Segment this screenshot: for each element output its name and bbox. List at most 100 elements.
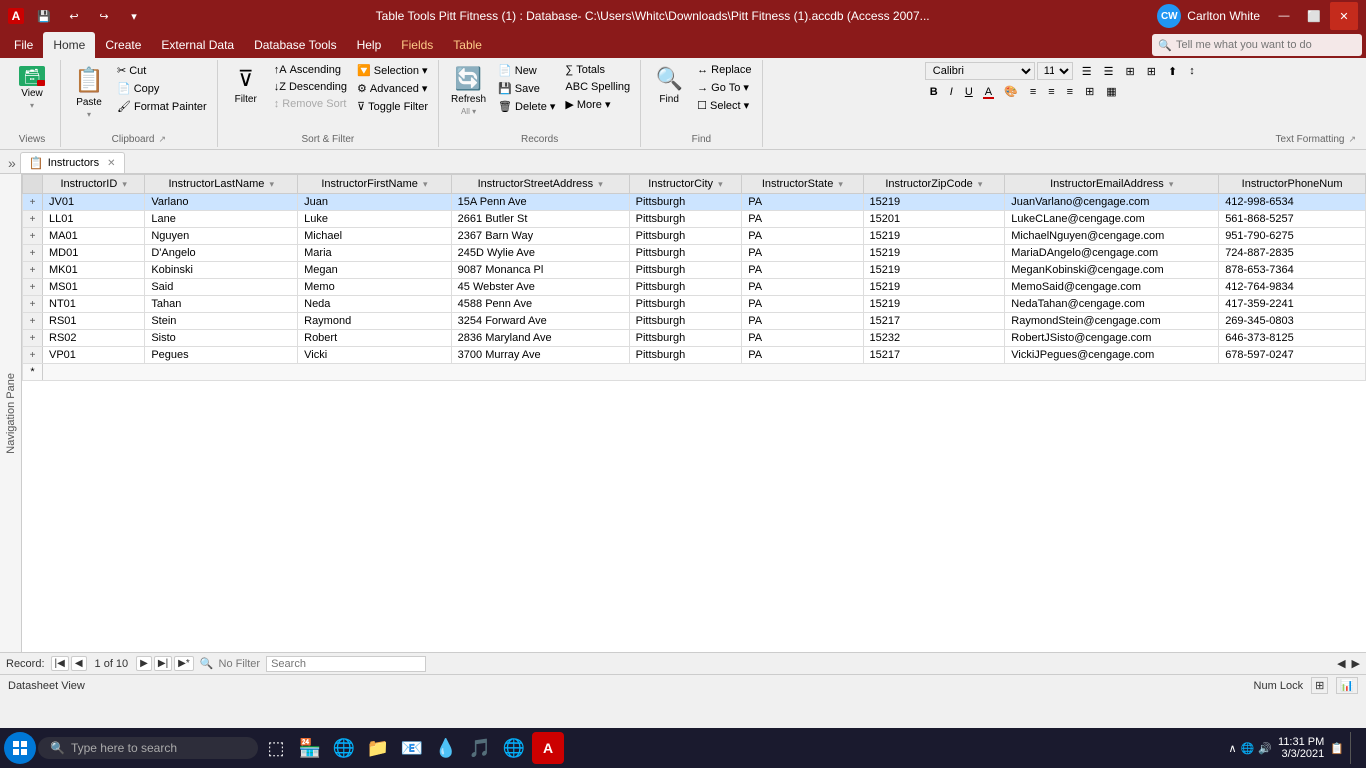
cell-lastname[interactable]: Stein (145, 313, 298, 330)
more-btn[interactable]: ▶ More ▾ (561, 96, 634, 113)
cell-state[interactable]: PA (742, 279, 863, 296)
bold-btn[interactable]: B (925, 84, 943, 100)
taskbar-music[interactable]: 🎵 (464, 732, 496, 764)
menu-file[interactable]: File (4, 32, 43, 58)
cell-phone[interactable]: 412-998-6534 (1219, 194, 1366, 211)
table-area[interactable]: InstructorID ▾ InstructorLastName ▾ Inst… (22, 174, 1366, 652)
italic-btn[interactable]: I (945, 84, 958, 100)
cell-zip[interactable]: 15219 (863, 262, 1005, 279)
cell-email[interactable]: LukeCLane@cengage.com (1005, 211, 1219, 228)
taskbar-mail[interactable]: 📧 (396, 732, 428, 764)
delete-btn[interactable]: 🗑 Delete ▾ (494, 98, 559, 115)
cell-phone[interactable]: 561-868-5257 (1219, 211, 1366, 228)
taskbar-explorer[interactable]: 📁 (362, 732, 394, 764)
table-row[interactable]: + NT01 Tahan Neda 4588 Penn Ave Pittsbur… (23, 296, 1366, 313)
instructors-tab[interactable]: 📋 Instructors ✕ (20, 152, 125, 173)
copy-btn[interactable]: 📄 Copy (113, 80, 211, 97)
cell-state[interactable]: PA (742, 296, 863, 313)
font-name-select[interactable]: Calibri (925, 62, 1035, 80)
cell-city[interactable]: Pittsburgh (629, 330, 742, 347)
cell-street[interactable]: 3700 Murray Ave (451, 347, 629, 364)
new-record-row[interactable]: * (23, 364, 1366, 381)
cell-street[interactable]: 245D Wylie Ave (451, 245, 629, 262)
view-dropdown-arrow[interactable]: ▾ (30, 101, 34, 110)
col-city[interactable]: InstructorCity ▾ (629, 175, 742, 194)
align-center-btn[interactable]: ≡ (1043, 84, 1059, 100)
format-painter-btn[interactable]: 🖌 Format Painter (113, 98, 211, 115)
new-record-nav-btn[interactable]: ▶* (174, 656, 194, 671)
show-desktop-btn[interactable] (1350, 732, 1354, 764)
cell-zip[interactable]: 15217 (863, 313, 1005, 330)
cell-email[interactable]: MariaDAngelo@cengage.com (1005, 245, 1219, 262)
menu-home[interactable]: Home (43, 32, 95, 58)
totals-btn[interactable]: ∑ Totals (561, 62, 634, 78)
time-display[interactable]: 11:31 PM 3/3/2021 (1278, 736, 1324, 760)
cell-state[interactable]: PA (742, 330, 863, 347)
cell-city[interactable]: Pittsburgh (629, 228, 742, 245)
cell-lastname[interactable]: Tahan (145, 296, 298, 313)
refresh-arrow[interactable]: All ▾ (461, 107, 476, 116)
refresh-btn[interactable]: 🔄 Refresh All ▾ (445, 62, 492, 120)
cell-lastname[interactable]: Nguyen (145, 228, 298, 245)
selection-btn[interactable]: 🔽 Selection ▾ (353, 62, 432, 79)
cell-street[interactable]: 9087 Monanca Pl (451, 262, 629, 279)
cell-phone[interactable]: 417-359-2241 (1219, 296, 1366, 313)
expand-icon[interactable]: + (30, 214, 36, 225)
table-row[interactable]: + LL01 Lane Luke 2661 Butler St Pittsbur… (23, 211, 1366, 228)
menu-search[interactable]: 🔍 (1152, 34, 1362, 56)
advanced-btn[interactable]: ⚙ Advanced ▾ (353, 80, 432, 97)
menu-create[interactable]: Create (95, 32, 151, 58)
cell-zip[interactable]: 15219 (863, 245, 1005, 262)
network-icon[interactable]: 🌐 (1241, 742, 1255, 755)
taskbar-chrome[interactable]: 🌐 (498, 732, 530, 764)
table-row[interactable]: + MA01 Nguyen Michael 2367 Barn Way Pitt… (23, 228, 1366, 245)
tab-close-icon[interactable]: ✕ (107, 158, 115, 169)
scroll-right-btn[interactable]: ▶ (1352, 657, 1360, 670)
cell-id[interactable]: MS01 (43, 279, 145, 296)
highlight-btn[interactable]: 🎨 (999, 83, 1023, 100)
cell-state[interactable]: PA (742, 347, 863, 364)
taskbar-edge[interactable]: 🌐 (328, 732, 360, 764)
new-record-btn[interactable]: 📄 New (494, 62, 559, 79)
indent-more-btn[interactable]: ⊞ (1142, 63, 1161, 80)
cell-lastname[interactable]: Sisto (145, 330, 298, 347)
col-state[interactable]: InstructorState ▾ (742, 175, 863, 194)
cell-city[interactable]: Pittsburgh (629, 245, 742, 262)
speaker-icon[interactable]: 🔊 (1258, 742, 1272, 755)
cell-zip[interactable]: 15201 (863, 211, 1005, 228)
ascending-btn[interactable]: ↑A Ascending (270, 62, 351, 78)
cell-firstname[interactable]: Maria (298, 245, 452, 262)
cell-firstname[interactable]: Vicki (298, 347, 452, 364)
start-button[interactable] (4, 732, 36, 764)
replace-btn[interactable]: ↔ Replace (693, 62, 755, 78)
table-row[interactable]: + JV01 Varlano Juan 15A Penn Ave Pittsbu… (23, 194, 1366, 211)
expand-icon[interactable]: + (30, 350, 36, 361)
cell-phone[interactable]: 951-790-6275 (1219, 228, 1366, 245)
paste-arrow[interactable]: ▾ (87, 110, 91, 119)
nav-expand-btn[interactable]: » (4, 152, 20, 173)
cell-lastname[interactable]: D'Angelo (145, 245, 298, 262)
col-email[interactable]: InstructorEmailAddress ▾ (1005, 175, 1219, 194)
cell-phone[interactable]: 412-764-9834 (1219, 279, 1366, 296)
cell-city[interactable]: Pittsburgh (629, 313, 742, 330)
menu-table[interactable]: Table (443, 32, 492, 58)
taskbar-access[interactable]: A (532, 732, 564, 764)
cell-state[interactable]: PA (742, 245, 863, 262)
table-row[interactable]: + RS01 Stein Raymond 3254 Forward Ave Pi… (23, 313, 1366, 330)
expand-icon[interactable]: + (30, 333, 36, 344)
cell-lastname[interactable]: Said (145, 279, 298, 296)
cell-id[interactable]: RS01 (43, 313, 145, 330)
save-record-btn[interactable]: 💾 Save (494, 80, 559, 97)
cell-email[interactable]: MeganKobinski@cengage.com (1005, 262, 1219, 279)
col-id[interactable]: InstructorID ▾ (43, 175, 145, 194)
cell-id[interactable]: MD01 (43, 245, 145, 262)
expand-icon[interactable]: + (30, 316, 36, 327)
cell-firstname[interactable]: Juan (298, 194, 452, 211)
col-zip[interactable]: InstructorZipCode ▾ (863, 175, 1005, 194)
table-row[interactable]: + MS01 Said Memo 45 Webster Ave Pittsbur… (23, 279, 1366, 296)
cell-zip[interactable]: 15219 (863, 296, 1005, 313)
col-firstname[interactable]: InstructorFirstName ▾ (298, 175, 452, 194)
expand-icon[interactable]: + (30, 299, 36, 310)
clipboard-expand-icon[interactable]: ↗ (158, 134, 166, 145)
cell-city[interactable]: Pittsburgh (629, 211, 742, 228)
